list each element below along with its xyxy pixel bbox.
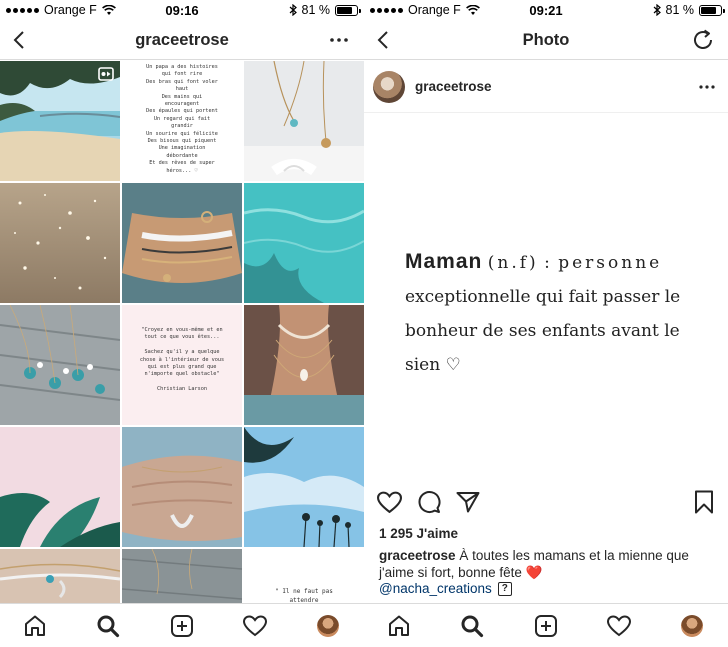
battery-percent: 81 %: [301, 3, 331, 17]
grid-post-starfish-bracelets[interactable]: [0, 305, 120, 425]
grid-post-sparkle-sand[interactable]: [0, 183, 120, 303]
profile-screen: Orange F 09:16 81 % graceetrose Un papa …: [0, 0, 364, 647]
ring-hand-photo: [122, 427, 242, 547]
grid-post-quote-papa[interactable]: Un papa a des histoires qui font rire De…: [122, 61, 242, 181]
more-icon: [330, 38, 348, 42]
quote-first-def: personne: [558, 253, 663, 273]
like-button[interactable]: [375, 488, 403, 516]
bottom-tab-bar: [0, 603, 364, 647]
status-bar: Orange F 09:21 81 %: [364, 0, 728, 20]
more-options-button[interactable]: [326, 28, 352, 52]
bluetooth-icon: [653, 4, 661, 16]
tab-profile[interactable]: [679, 613, 705, 639]
tab-home[interactable]: [386, 613, 412, 639]
save-button[interactable]: [690, 488, 718, 516]
profile-nav-bar: graceetrose: [0, 20, 364, 60]
more-icon: [699, 85, 715, 89]
grid-post-layered-necklaces[interactable]: [244, 305, 364, 425]
grid-post-palm-sky[interactable]: [244, 427, 364, 547]
grid-post-ring-hand[interactable]: [122, 427, 242, 547]
post-image[interactable]: Maman (n.f) : personne exceptionnelle qu…: [364, 113, 728, 477]
starfish-photo: [0, 305, 120, 425]
refresh-icon: [694, 29, 712, 49]
battery-icon: [699, 4, 725, 16]
battery-percent: 81 %: [665, 3, 695, 17]
grid-post-starfish-wood[interactable]: [122, 549, 242, 604]
mention-link[interactable]: @nacha_creations: [379, 581, 492, 596]
sparkle-photo: [0, 183, 120, 303]
status-bar: Orange F 09:16 81 %: [0, 0, 364, 20]
tab-profile[interactable]: [315, 613, 341, 639]
post-image-quote: Maman (n.f) : personne exceptionnelle qu…: [405, 245, 705, 382]
caption-username[interactable]: graceetrose: [379, 548, 456, 563]
battery-icon: [335, 4, 361, 16]
grid-quote-text: Un papa a des histoires qui font rire De…: [146, 64, 218, 174]
leaves-photo: [0, 427, 120, 547]
tab-add[interactable]: [533, 613, 559, 639]
profile-avatar: [317, 615, 339, 637]
grid-post-bracelets-arm[interactable]: [122, 183, 242, 303]
photo-screen: Orange F 09:21 81 % Photo graceetrose Ma…: [364, 0, 728, 647]
bottom-tab-bar: [364, 603, 728, 647]
nav-title: Photo: [522, 31, 570, 49]
photo-nav-bar: Photo: [364, 20, 728, 60]
mention-badge: ?: [497, 581, 512, 596]
like-count[interactable]: 1 295 J'aime: [379, 526, 458, 541]
igtv-icon: [98, 67, 114, 81]
quote-colon: :: [544, 253, 553, 273]
post-author-username[interactable]: graceetrose: [415, 79, 492, 94]
search-icon: [97, 615, 120, 638]
tab-search[interactable]: [459, 613, 485, 639]
moon-bracelets-photo: [0, 549, 120, 604]
heart-icon: [376, 491, 402, 513]
post-caption: graceetrose À toutes les mamans et la mi…: [379, 547, 714, 581]
search-icon: [461, 615, 484, 638]
grid-post-palm-leaves[interactable]: [0, 427, 120, 547]
tab-add[interactable]: [169, 613, 195, 639]
necklace-neck-photo: [244, 305, 364, 425]
share-icon: [456, 492, 480, 513]
grid-quote-text: " Il ne faut pas attendre: [275, 588, 333, 604]
grid-post-beach[interactable]: [0, 61, 120, 181]
add-icon: [171, 615, 193, 637]
grid-post-quote-attendre[interactable]: " Il ne faut pas attendre: [244, 549, 364, 604]
palm-sky-photo: [244, 427, 364, 547]
post-author-avatar[interactable]: [373, 71, 405, 103]
grid-post-necklaces[interactable]: [244, 61, 364, 181]
bracelets-photo: [122, 183, 242, 303]
home-icon: [389, 615, 409, 636]
refresh-button[interactable]: [690, 28, 716, 52]
quote-word: Maman: [405, 250, 483, 273]
quote-type: (n.f): [487, 253, 539, 273]
tab-activity[interactable]: [606, 613, 632, 639]
add-icon: [535, 615, 557, 637]
activity-icon: [243, 615, 267, 637]
profile-username: graceetrose: [135, 31, 229, 49]
comment-icon: [418, 491, 441, 513]
home-icon: [25, 615, 45, 636]
profile-avatar: [681, 615, 703, 637]
grid-post-quote-larson[interactable]: "Croyez en vous-même et en tout ce que v…: [122, 305, 242, 425]
grid-post-moon-bracelets[interactable]: [0, 549, 120, 604]
grid-post-pool[interactable]: [244, 183, 364, 303]
activity-icon: [607, 615, 631, 637]
necklaces-photo: [244, 61, 364, 181]
tab-search[interactable]: [95, 613, 121, 639]
share-button[interactable]: [454, 488, 482, 516]
comment-button[interactable]: [415, 488, 443, 516]
mention-line: @nacha_creations ?: [379, 581, 512, 596]
tab-home[interactable]: [22, 613, 48, 639]
post-header: graceetrose: [364, 61, 728, 113]
bluetooth-icon: [289, 4, 297, 16]
grid-quote-text: "Croyez en vous-même et en tout ce que v…: [139, 327, 225, 393]
tab-activity[interactable]: [242, 613, 268, 639]
post-actions: [364, 486, 728, 518]
starfish-wood-photo: [122, 549, 242, 604]
bookmark-icon: [695, 490, 713, 514]
pool-photo: [244, 183, 364, 303]
post-grid: Un papa a des histoires qui font rire De…: [0, 61, 364, 604]
post-options-button[interactable]: [694, 75, 720, 99]
quote-definition: exceptionnelle qui fait passer le bonheu…: [405, 287, 681, 375]
